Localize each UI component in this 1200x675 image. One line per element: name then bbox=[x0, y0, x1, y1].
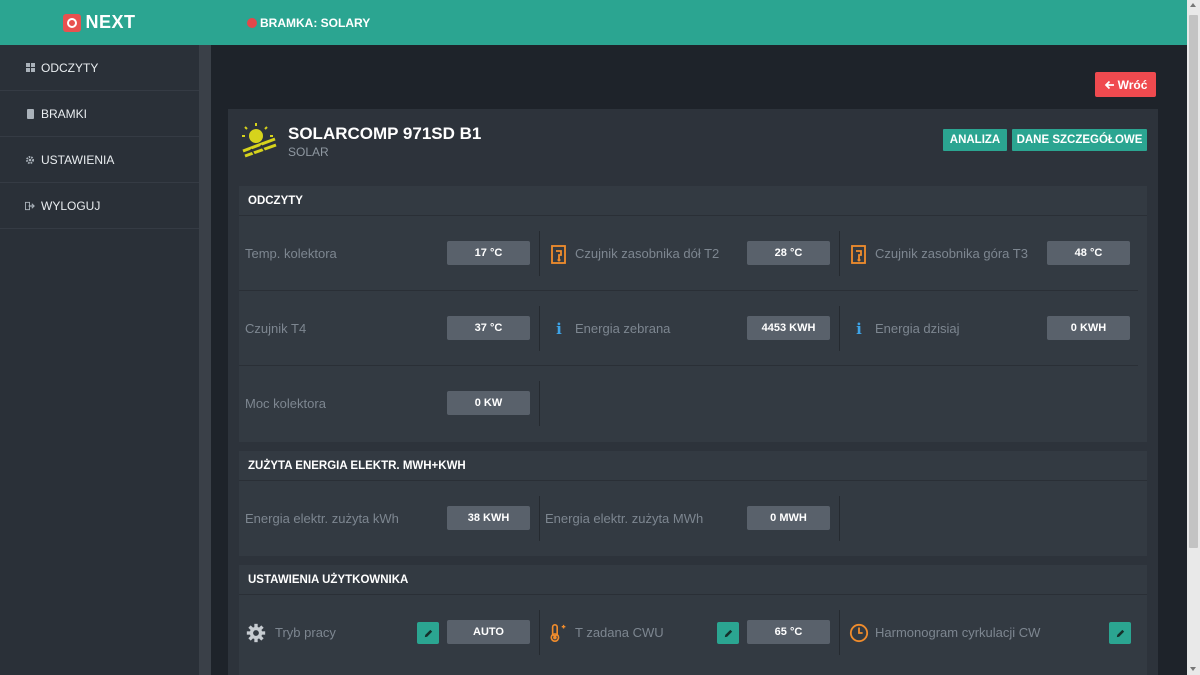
reading-label: Czujnik zasobnika dół T2 bbox=[575, 246, 720, 261]
back-button-label: Wróć bbox=[1117, 77, 1148, 92]
page-title: BRAMKA: SOLARY bbox=[260, 15, 371, 30]
device-card: SOLARCOMP 971SD B1 SOLAR ANALIZA DANE SZ… bbox=[228, 109, 1158, 675]
tank-sensor-icon bbox=[849, 243, 869, 265]
grid-icon bbox=[25, 62, 35, 73]
sidebar-item-label: ODCZYTY bbox=[41, 60, 99, 75]
setting-value: AUTO bbox=[447, 620, 530, 644]
scroll-up-arrow-icon[interactable] bbox=[1190, 3, 1196, 7]
reading-moc-kolektora: Moc kolektora 0 KW bbox=[239, 366, 539, 441]
pencil-icon bbox=[424, 629, 432, 637]
dane-szczegolowe-button[interactable]: DANE SZCZEGÓŁOWE bbox=[1012, 129, 1147, 151]
status-dot-icon bbox=[247, 17, 257, 28]
reading-energia-zebrana: i Energia zebrana 4453 KWH bbox=[539, 291, 839, 366]
reading-energia-dzisiaj: i Energia dzisiaj 0 KWH bbox=[839, 291, 1139, 366]
reading-value: 17 °C bbox=[447, 241, 530, 265]
column-divider bbox=[539, 381, 540, 426]
logo-text: NEXT bbox=[85, 12, 136, 32]
section-title: ODCZYTY bbox=[239, 186, 1147, 216]
reading-value: 28 °C bbox=[747, 241, 830, 265]
chip-icon bbox=[25, 108, 35, 119]
gear-icon bbox=[25, 155, 35, 165]
scroll-down-arrow-icon[interactable] bbox=[1190, 667, 1196, 671]
topbar: BRAMKA: SOLARY bbox=[199, 0, 1187, 45]
sidebar-divider bbox=[199, 45, 211, 675]
tank-sensor-icon bbox=[549, 243, 569, 265]
reading-czujnik-t2: Czujnik zasobnika dół T2 28 °C bbox=[539, 216, 839, 291]
reading-value: 37 °C bbox=[447, 316, 530, 340]
clock-icon bbox=[849, 622, 869, 644]
sidebar-item-label: WYLOGUJ bbox=[41, 198, 101, 213]
reading-czujnik-t3: Czujnik zasobnika góra T3 48 °C bbox=[839, 216, 1139, 291]
gear-icon bbox=[246, 622, 266, 644]
reading-label: Energia dzisiaj bbox=[875, 321, 960, 336]
analiza-button[interactable]: ANALIZA bbox=[943, 129, 1007, 151]
reading-label: Czujnik zasobnika góra T3 bbox=[875, 246, 1028, 261]
reading-value: 0 MWH bbox=[747, 506, 830, 530]
reading-label: Energia zebrana bbox=[575, 321, 671, 336]
setting-label: Harmonogram cyrkulacji CW bbox=[875, 625, 1041, 640]
sidebar-item-label: USTAWIENIA bbox=[41, 152, 115, 167]
sidebar-item-ustawienia[interactable]: USTAWIENIA bbox=[0, 137, 199, 183]
edit-harmonogram-button[interactable] bbox=[1109, 622, 1131, 644]
reading-value: 4453 KWH bbox=[747, 316, 830, 340]
section-ustawienia-uzytkownika: USTAWIENIA UŻYTKOWNIKA Tryb pracy AUTO T… bbox=[239, 565, 1147, 675]
reading-temp-kolektora: Temp. kolektora 17 °C bbox=[239, 216, 539, 291]
reading-value: 38 KWH bbox=[447, 506, 530, 530]
readings-row: Energia elektr. zużyta kWh 38 KWH Energi… bbox=[239, 481, 1138, 556]
sidebar-item-odczyty[interactable]: ODCZYTY bbox=[0, 45, 199, 91]
section-zuzyta-energia: ZUŻYTA ENERGIA ELEKTR. MWH+KWH Energia e… bbox=[239, 451, 1147, 556]
reading-label: Temp. kolektora bbox=[245, 246, 337, 261]
reading-value: 0 KW bbox=[447, 391, 530, 415]
logo[interactable]: NEXT bbox=[0, 0, 199, 45]
info-icon: i bbox=[556, 320, 562, 338]
sidebar-item-bramki[interactable]: BRAMKI bbox=[0, 91, 199, 137]
reading-label: Moc kolektora bbox=[245, 396, 326, 411]
section-title: ZUŻYTA ENERGIA ELEKTR. MWH+KWH bbox=[239, 451, 1147, 481]
setting-label: T zadana CWU bbox=[575, 625, 664, 640]
column-divider bbox=[839, 496, 840, 541]
info-icon: i bbox=[856, 320, 862, 338]
setting-label: Tryb pracy bbox=[275, 625, 336, 640]
sidebar-item-label: BRAMKI bbox=[41, 106, 88, 121]
logout-icon bbox=[25, 201, 35, 211]
setting-t-zadana-cwu: T zadana CWU 65 °C bbox=[539, 595, 839, 670]
section-odczyty: ODCZYTY Temp. kolektora 17 °C Czujnik za… bbox=[239, 186, 1147, 442]
sidebar-item-wyloguj[interactable]: WYLOGUJ bbox=[0, 183, 199, 229]
reading-label: Czujnik T4 bbox=[245, 321, 307, 336]
device-type: SOLAR bbox=[288, 145, 329, 159]
sidebar: NEXT ODCZYTY BRAMKI USTAWIENIA WYLOGUJ bbox=[0, 0, 199, 675]
arrow-left-icon bbox=[1104, 80, 1114, 89]
scrollbar[interactable] bbox=[1187, 0, 1200, 675]
readings-row: Moc kolektora 0 KW bbox=[239, 366, 1138, 441]
setting-value: 65 °C bbox=[747, 620, 830, 644]
thermometer-icon bbox=[549, 622, 569, 644]
edit-tryb-pracy-button[interactable] bbox=[417, 622, 439, 644]
reading-value: 48 °C bbox=[1047, 241, 1130, 265]
reading-energia-mwh: Energia elektr. zużyta MWh 0 MWH bbox=[539, 481, 839, 556]
section-title: USTAWIENIA UŻYTKOWNIKA bbox=[239, 565, 1147, 595]
reading-label: Energia elektr. zużyta kWh bbox=[245, 511, 399, 526]
readings-row: Czujnik T4 37 °C i Energia zebrana 4453 … bbox=[239, 291, 1138, 366]
readings-row: Temp. kolektora 17 °C Czujnik zasobnika … bbox=[239, 216, 1138, 291]
edit-t-zadana-button[interactable] bbox=[717, 622, 739, 644]
reading-value: 0 KWH bbox=[1047, 316, 1130, 340]
settings-row: Tryb pracy AUTO T zadana CWU 65 °C Harmo… bbox=[239, 595, 1138, 670]
reading-czujnik-t4: Czujnik T4 37 °C bbox=[239, 291, 539, 366]
pencil-icon bbox=[724, 629, 732, 637]
reading-label: Energia elektr. zużyta MWh bbox=[545, 511, 704, 526]
sun-icon bbox=[242, 123, 277, 158]
setting-tryb-pracy: Tryb pracy AUTO bbox=[239, 595, 539, 670]
device-name: SOLARCOMP 971SD B1 bbox=[288, 124, 482, 143]
scroll-thumb[interactable] bbox=[1189, 15, 1198, 548]
reading-energia-kwh: Energia elektr. zużyta kWh 38 KWH bbox=[239, 481, 539, 556]
logo-mark-icon bbox=[63, 13, 82, 32]
setting-harmonogram-cyrkulacji: Harmonogram cyrkulacji CW bbox=[839, 595, 1139, 670]
back-button[interactable]: Wróć bbox=[1095, 72, 1156, 97]
pencil-icon bbox=[1116, 629, 1124, 637]
